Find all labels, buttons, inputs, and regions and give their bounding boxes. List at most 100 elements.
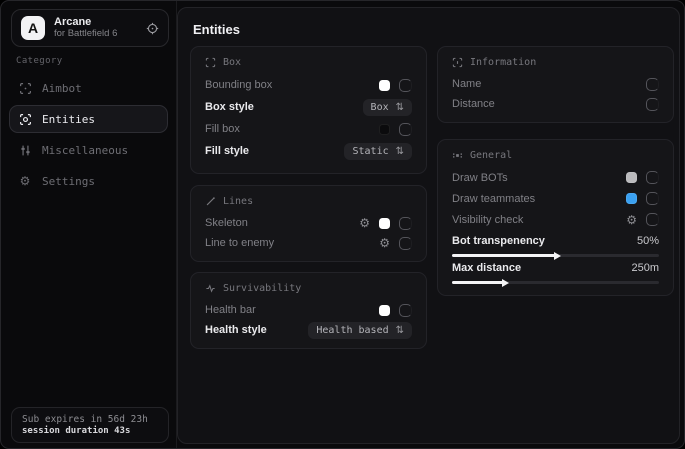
setting-row-skeleton: Skeleton ⚙	[205, 213, 412, 233]
session-duration-text: session duration 43s	[22, 426, 158, 436]
chevron-updown-icon: ⇅	[396, 146, 404, 157]
color-swatch[interactable]	[379, 80, 390, 91]
checkbox[interactable]	[399, 79, 412, 92]
setting-row-draw-bots: Draw BOTs	[452, 167, 659, 188]
chevron-updown-icon: ⇅	[396, 325, 404, 336]
setting-label: Fill style	[205, 145, 249, 157]
setting-label: Health bar	[205, 304, 256, 316]
setting-label: Max distance	[452, 262, 521, 274]
chevron-updown-icon: ⇅	[396, 102, 404, 113]
aimbot-crosshair-icon	[18, 82, 32, 95]
app-header-card: A Arcane for Battlefield 6	[11, 9, 169, 47]
grid-icon	[452, 150, 463, 161]
color-swatch[interactable]	[379, 124, 390, 135]
setting-label: Line to enemy	[205, 237, 274, 249]
panel-general-header: General	[452, 150, 659, 161]
panel-information-header: Information	[452, 57, 659, 68]
entities-eye-icon	[18, 113, 32, 126]
setting-label: Fill box	[205, 123, 240, 135]
setting-row-fill-box: Fill box	[205, 118, 412, 140]
sidebar-item-aimbot[interactable]: Aimbot	[9, 74, 168, 102]
gear-icon[interactable]: ⚙	[379, 237, 390, 249]
checkbox[interactable]	[399, 123, 412, 136]
setting-row-distance: Distance	[452, 94, 659, 114]
app-name: Arcane	[54, 16, 137, 29]
checkbox[interactable]	[646, 78, 659, 91]
sidebar: A Arcane for Battlefield 6 Category	[1, 1, 177, 448]
setting-label: Visibility check	[452, 214, 523, 226]
dropdown-value: Box	[371, 102, 389, 113]
app-title-block: Arcane for Battlefield 6	[54, 16, 137, 40]
sliders-icon	[18, 144, 32, 157]
setting-label: Name	[452, 78, 481, 90]
setting-row-draw-teammates: Draw teammates	[452, 188, 659, 209]
sidebar-item-label: Miscellaneous	[42, 144, 128, 157]
setting-row-health-style: Health style Health based ⇅	[205, 320, 412, 340]
fill-style-dropdown[interactable]: Static ⇅	[344, 143, 412, 160]
slider-thumb[interactable]	[554, 252, 561, 260]
sidebar-item-entities[interactable]: Entities	[9, 105, 168, 133]
health-style-dropdown[interactable]: Health based ⇅	[308, 322, 412, 339]
checkbox[interactable]	[646, 98, 659, 111]
slider-thumb[interactable]	[502, 279, 509, 287]
dropdown-value: Health based	[316, 325, 388, 336]
sidebar-item-miscellaneous[interactable]: Miscellaneous	[9, 136, 168, 164]
subscription-info-card: Sub expires in 56d 23h session duration …	[11, 407, 169, 443]
setting-label: Draw BOTs	[452, 172, 508, 184]
box-style-dropdown[interactable]: Box ⇅	[363, 99, 412, 116]
sub-expiry-text: Sub expires in 56d 23h	[22, 414, 158, 425]
slider-value: 50%	[637, 235, 659, 247]
panel-general: General Draw BOTs Draw teammates Visibil…	[437, 139, 674, 296]
category-label: Category	[16, 56, 63, 66]
panel-header-label: Box	[223, 57, 241, 68]
setting-row-visibility-check: Visibility check ⚙	[452, 209, 659, 230]
panel-header-label: Information	[470, 57, 536, 68]
setting-label: Health style	[205, 324, 267, 336]
gear-icon: ⚙	[18, 175, 32, 187]
panel-lines: Lines Skeleton ⚙ Line to enemy ⚙	[190, 185, 427, 262]
bot-transparency-slider[interactable]	[452, 254, 659, 257]
checkbox[interactable]	[646, 192, 659, 205]
setting-slider-max-distance: Max distance 250m	[452, 259, 659, 284]
color-swatch[interactable]	[379, 218, 390, 229]
diagonal-line-icon	[205, 196, 216, 207]
checkbox[interactable]	[399, 237, 412, 250]
gear-icon[interactable]: ⚙	[626, 214, 637, 226]
panel-survivability: Survivability Health bar Health style He…	[190, 272, 427, 349]
pulse-icon	[205, 283, 216, 294]
sidebar-item-settings[interactable]: ⚙ Settings	[9, 167, 168, 195]
checkbox[interactable]	[646, 171, 659, 184]
slider-value: 250m	[631, 262, 659, 274]
dropdown-value: Static	[352, 146, 388, 157]
setting-label: Distance	[452, 98, 495, 110]
setting-label: Bounding box	[205, 79, 272, 91]
panel-box-header: Box	[205, 57, 412, 68]
color-swatch[interactable]	[626, 172, 637, 183]
sidebar-item-label: Entities	[42, 113, 95, 126]
setting-label: Box style	[205, 101, 254, 113]
max-distance-slider[interactable]	[452, 281, 659, 284]
setting-row-fill-style: Fill style Static ⇅	[205, 140, 412, 162]
panel-box: Box Bounding box Box style Box ⇅ Fill bo…	[190, 46, 427, 174]
setting-row-line-to-enemy: Line to enemy ⚙	[205, 233, 412, 253]
setting-label: Bot transpenency	[452, 235, 545, 247]
panel-lines-header: Lines	[205, 196, 412, 207]
gear-icon[interactable]: ⚙	[359, 217, 370, 229]
main-content: Entities Box Bounding box Box style Box	[177, 7, 680, 444]
info-scan-icon	[452, 57, 463, 68]
sidebar-item-label: Settings	[42, 175, 95, 188]
app-window: A Arcane for Battlefield 6 Category	[0, 0, 685, 449]
checkbox[interactable]	[646, 213, 659, 226]
panel-header-label: Survivability	[223, 283, 301, 294]
checkbox[interactable]	[399, 304, 412, 317]
color-swatch[interactable]	[626, 193, 637, 204]
setting-row-bounding-box: Bounding box	[205, 74, 412, 96]
app-logo: A	[21, 16, 45, 40]
checkbox[interactable]	[399, 217, 412, 230]
color-swatch[interactable]	[379, 305, 390, 316]
setting-slider-bot-transparency: Bot transpenency 50%	[452, 232, 659, 257]
box-corners-icon	[205, 57, 216, 68]
panel-header-label: Lines	[223, 196, 253, 207]
app-subtitle: for Battlefield 6	[54, 29, 137, 40]
crosshair-target-icon[interactable]	[146, 22, 159, 35]
